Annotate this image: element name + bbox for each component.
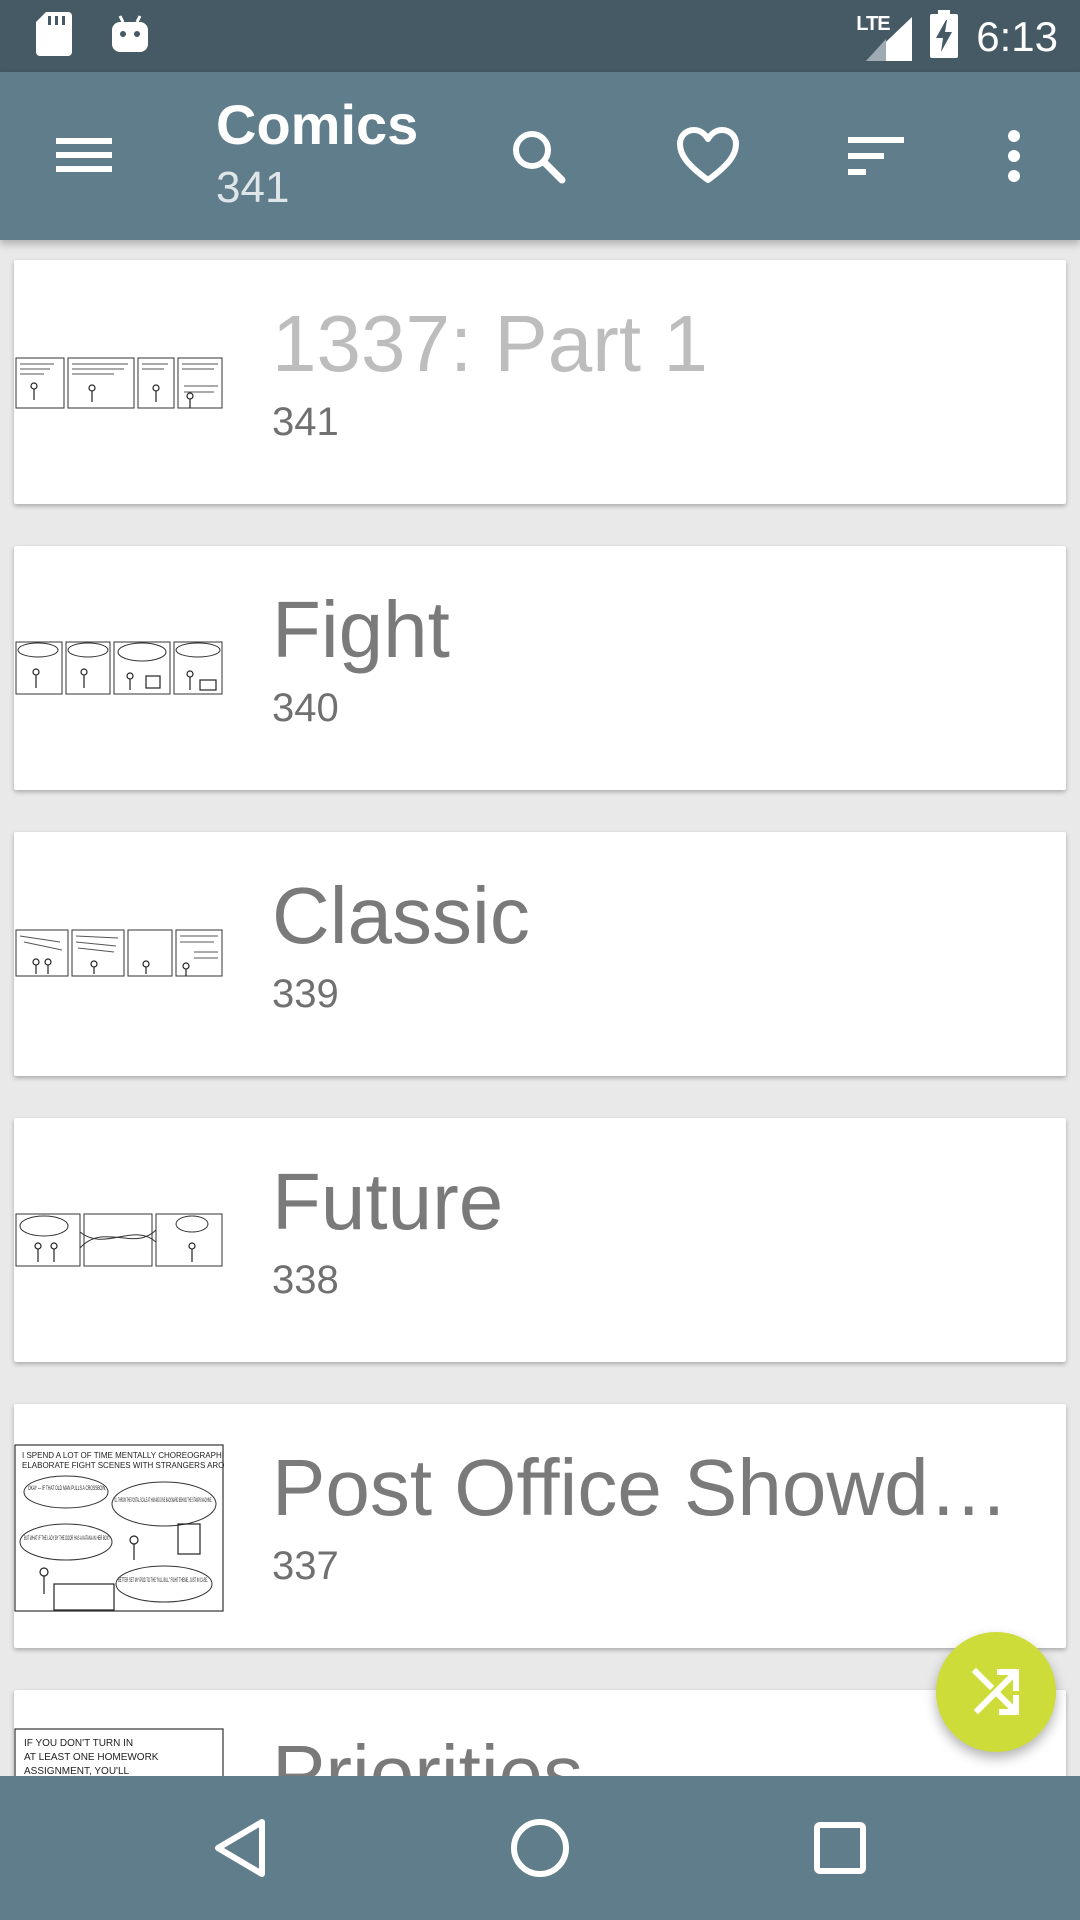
comic-count: 341 (216, 163, 290, 212)
recents-icon (814, 1822, 866, 1874)
thumbnail-bubble-text: BETTER SET MY IPOD TO THE "KILL BILL" FI… (118, 1578, 208, 1584)
comic-title: Priorities (272, 1729, 584, 1776)
comic-number: 339 (272, 972, 339, 1016)
thumbnail-caption-line: IF YOU DON'T TURN IN (24, 1738, 133, 1749)
back-button[interactable] (204, 1812, 276, 1884)
thumbnail-caption-line: ASSIGNMENT, YOU'LL (24, 1766, 130, 1776)
thumbnail-bubble-text: OKAY — IF THAT OLD MAN PULLS A CROSSBOW, (28, 1486, 106, 1492)
more-options-button[interactable] (978, 120, 1050, 192)
app-title: Comics (216, 93, 419, 156)
navigation-bar (0, 1776, 1080, 1920)
comic-title: Post Office Showdown (272, 1443, 1052, 1532)
sd-card-icon (36, 12, 72, 61)
signal-icon: LTE (856, 13, 913, 61)
sort-button[interactable] (840, 120, 912, 192)
comic-title: Classic (272, 871, 530, 960)
comic-number: 338 (272, 1258, 339, 1302)
comic-list[interactable]: 1337: Part 1 341 Fight 340 Classic 339 F… (0, 240, 1080, 1776)
status-right-icons: LTE 6:13 (856, 10, 1058, 63)
app-bar: Comics 341 (0, 72, 1080, 240)
battery-charging-icon (930, 10, 959, 63)
title-block: Comics 341 (216, 90, 418, 216)
android-debug-icon (112, 14, 148, 59)
sort-icon (848, 137, 904, 175)
more-vert-icon (1008, 130, 1020, 182)
comic-card-336[interactable]: IF YOU DON'T TURN IN AT LEAST ONE HOMEWO… (14, 1690, 1066, 1776)
comic-thumbnail (14, 640, 224, 698)
status-time: 6:13 (976, 12, 1058, 60)
shuffle-icon (971, 1667, 1019, 1715)
favorite-icon (677, 127, 739, 183)
comic-title: 1337: Part 1 (272, 299, 708, 388)
comic-card-338[interactable]: Future 338 (14, 1118, 1066, 1362)
home-button[interactable] (504, 1812, 576, 1884)
thumbnail-caption-line: ELABORATE FIGHT SCENES WITH STRANGERS AR… (22, 1461, 224, 1470)
status-left-icons (36, 12, 148, 61)
thumbnail-caption-line: I SPEND A LOT OF TIME MENTALLY CHOREOGRA… (22, 1451, 224, 1460)
comic-card-340[interactable]: Fight 340 (14, 546, 1066, 790)
comic-thumbnail (14, 1212, 224, 1270)
comic-number: 340 (272, 686, 339, 730)
thumbnail-caption-line: AT LEAST ONE HOMEWORK (24, 1752, 159, 1763)
comic-thumbnail: IF YOU DON'T TURN IN AT LEAST ONE HOMEWO… (14, 1728, 224, 1776)
search-icon (513, 131, 566, 184)
search-button[interactable] (502, 120, 574, 192)
back-icon (215, 1819, 265, 1877)
status-bar: LTE 6:13 (0, 0, 1080, 72)
thumbnail-bubble-text: I'LL THROW THE POSTAL SCALE AT HIM AND D… (114, 1498, 212, 1504)
random-comic-button[interactable] (936, 1632, 1056, 1752)
menu-icon (56, 138, 112, 172)
comic-title: Fight (272, 585, 450, 674)
menu-button[interactable] (44, 120, 124, 188)
favorites-button[interactable] (672, 120, 744, 192)
home-icon (511, 1819, 569, 1877)
comic-thumbnail: I SPEND A LOT OF TIME MENTALLY CHOREOGRA… (14, 1444, 224, 1612)
comic-thumbnail (14, 928, 224, 980)
comic-card-337[interactable]: I SPEND A LOT OF TIME MENTALLY CHOREOGRA… (14, 1404, 1066, 1648)
comic-number: 341 (272, 400, 339, 444)
thumbnail-bubble-text: BUT WHAT IF THE LADY BY THE DOOR HAS A K… (24, 1536, 110, 1542)
comic-thumbnail (14, 356, 224, 412)
comic-card-339[interactable]: Classic 339 (14, 832, 1066, 1076)
comic-number: 337 (272, 1544, 339, 1588)
comic-card-341[interactable]: 1337: Part 1 341 (14, 260, 1066, 504)
recents-button[interactable] (804, 1812, 876, 1884)
comic-title: Future (272, 1157, 504, 1246)
